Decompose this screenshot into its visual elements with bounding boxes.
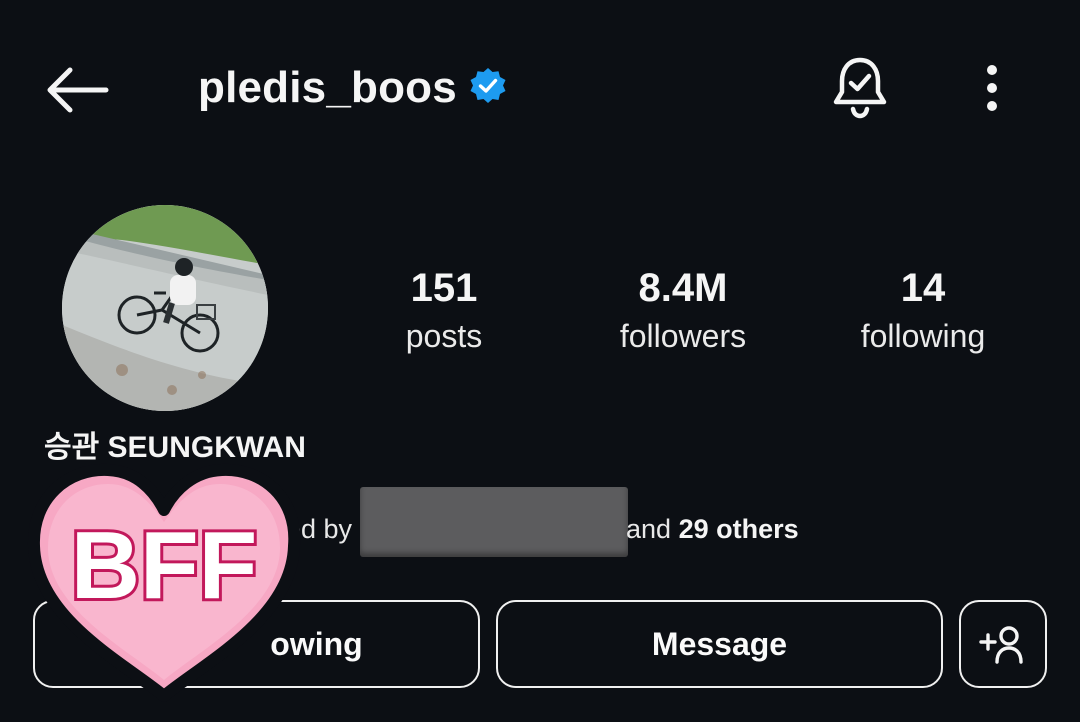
posts-count: 151	[410, 266, 478, 310]
following-count: 14	[900, 266, 946, 310]
message-button-label: Message	[651, 625, 788, 662]
add-person-icon	[979, 626, 1023, 664]
add-friend-button[interactable]	[959, 600, 1047, 688]
followers-count: 8.4M	[638, 266, 728, 310]
profile-username: pledis_boos	[198, 63, 457, 112]
redacted-block	[360, 487, 628, 557]
posts-label: posts	[405, 318, 483, 354]
stat-followers[interactable]: 8.4M followers	[573, 262, 793, 358]
more-options-icon[interactable]	[972, 60, 1012, 116]
stat-posts[interactable]: 151 posts	[334, 262, 554, 358]
followed-by-count: 29 others	[678, 514, 799, 544]
bff-heart-sticker: BFF	[24, 458, 304, 708]
notification-bell-icon[interactable]	[828, 54, 892, 120]
stat-following[interactable]: 14 following	[813, 262, 1033, 358]
message-button[interactable]: Message	[496, 600, 943, 688]
followed-by-and: and	[626, 514, 672, 544]
back-arrow-icon[interactable]	[40, 58, 112, 122]
followed-by-suffix[interactable]: and 29 others	[626, 510, 799, 548]
verified-badge-icon	[468, 66, 508, 106]
following-label: following	[860, 318, 986, 354]
followers-label: followers	[619, 318, 747, 354]
sticker-text: BFF	[71, 512, 258, 619]
profile-avatar[interactable]	[62, 205, 268, 411]
